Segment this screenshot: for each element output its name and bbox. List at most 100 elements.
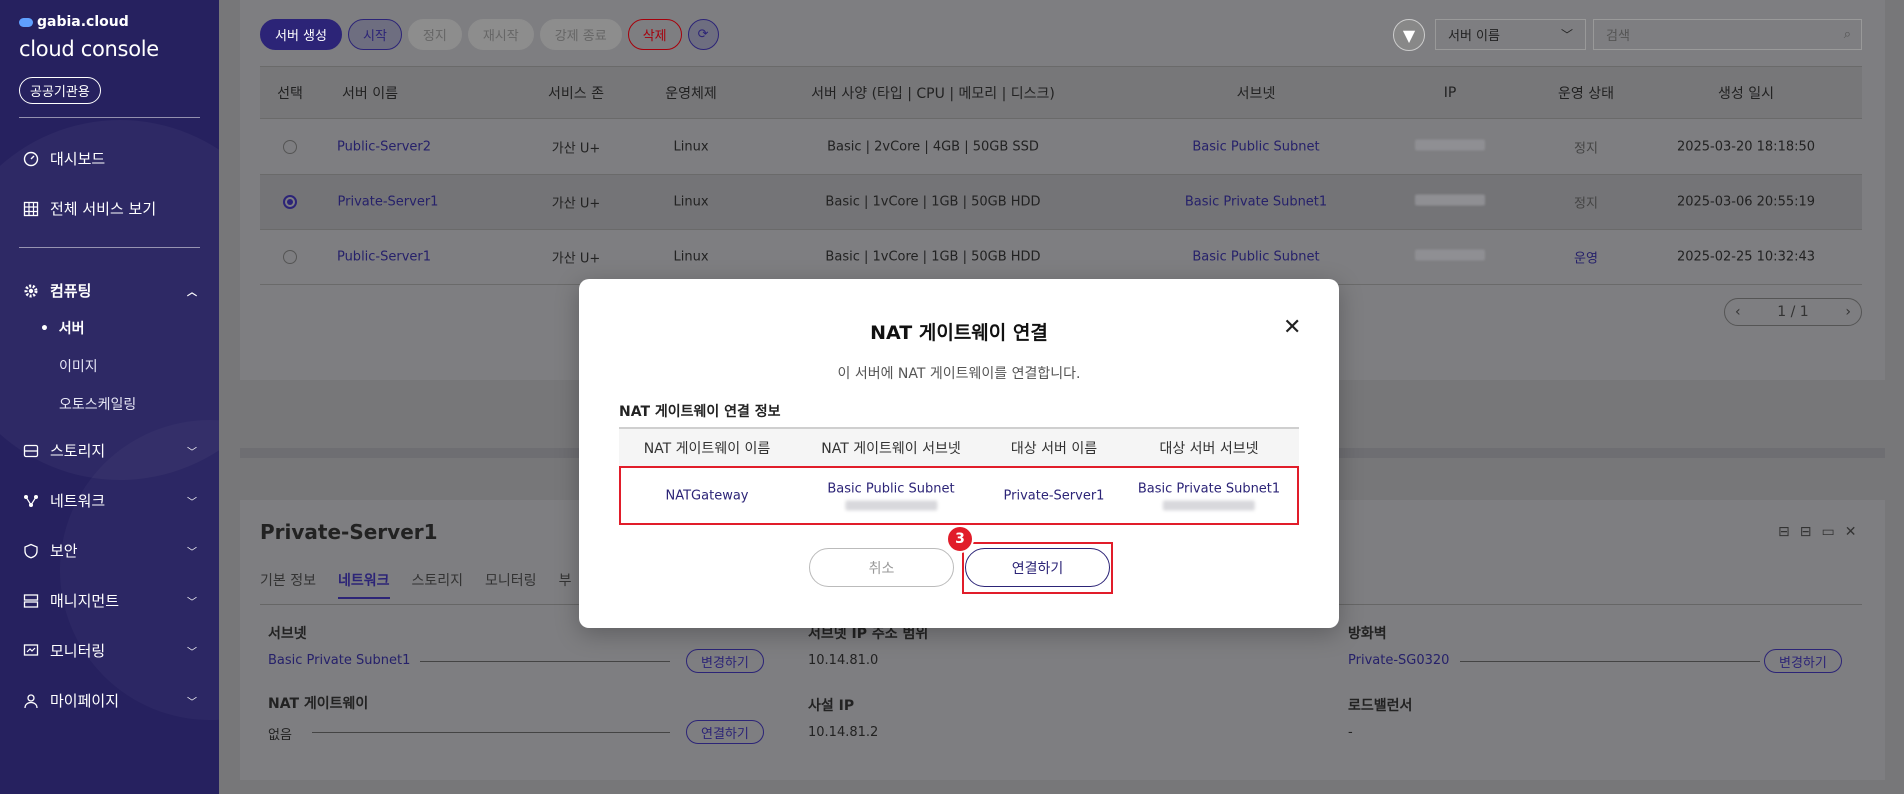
subnet-link[interactable]: Basic Public Subnet <box>1192 140 1319 155</box>
brand-main[interactable]: cloud console <box>19 37 159 61</box>
close-icon[interactable]: ✕ <box>1283 317 1301 339</box>
brand-small: gabia.cloud <box>37 14 129 30</box>
server-name-link[interactable]: Public-Server1 <box>337 250 431 265</box>
restart-button[interactable]: 재시작 <box>467 19 534 50</box>
table-row[interactable]: Public-Server2 가산 U+ Linux Basic | 2vCor… <box>260 120 1862 175</box>
sidebar-item-computing[interactable]: 컴퓨팅 ︿ <box>22 280 197 301</box>
sidebar-divider <box>19 247 200 248</box>
created-cell: 2025-03-06 20:55:19 <box>1676 194 1816 210</box>
column-header[interactable]: 서버 이름 <box>342 83 398 103</box>
sidebar-item-dashboard[interactable]: 대시보드 <box>22 148 197 169</box>
search-input[interactable]: 검색 ⌕ <box>1593 19 1862 50</box>
column-header[interactable]: 운영체제 <box>665 83 717 103</box>
sidebar-divider <box>19 117 200 118</box>
table-header: NAT 게이트웨이 이름 NAT 게이트웨이 서브넷 대상 서버 이름 대상 서… <box>619 427 1299 466</box>
firewall-value[interactable]: Private-SG0320 <box>1348 653 1449 668</box>
filter-icon: ▼ <box>1402 25 1416 45</box>
status-cell: 운영 <box>1574 251 1598 267</box>
sidebar-item-all-services[interactable]: 전체 서비스 보기 <box>22 198 197 219</box>
column-header[interactable]: 서브넷 <box>1237 83 1276 103</box>
column-header[interactable]: 생성 일시 <box>1718 83 1774 103</box>
row-radio[interactable] <box>283 195 297 209</box>
close-icon[interactable]: ✕ <box>1845 524 1857 540</box>
table-row[interactable]: Public-Server1 가산 U+ Linux Basic | 1vCor… <box>260 230 1862 285</box>
column-header[interactable]: 서비스 존 <box>548 83 604 103</box>
subnet-value[interactable]: Basic Private Subnet1 <box>268 653 410 668</box>
row-radio[interactable] <box>283 140 297 154</box>
connect-button[interactable]: 연결하기 <box>965 548 1110 587</box>
gear-icon <box>22 282 40 300</box>
tab-network[interactable]: 네트워크 <box>337 570 390 599</box>
sidebar-item-security[interactable]: 보안 ﹀ <box>22 540 197 561</box>
stop-button[interactable]: 정지 <box>407 19 462 50</box>
server-name-link[interactable]: Private-Server1 <box>338 195 439 210</box>
tab-basic-info[interactable]: 기본 정보 <box>260 570 316 599</box>
search-field-select[interactable]: 서버 이름 ﹀ <box>1435 19 1586 50</box>
os-cell: Linux <box>673 139 709 155</box>
subnet-link[interactable]: Basic Public Subnet <box>1192 250 1319 265</box>
start-button[interactable]: 시작 <box>347 19 402 50</box>
chevron-down-icon: ﹀ <box>187 447 197 458</box>
column-header[interactable]: IP <box>1444 85 1457 101</box>
sidebar-subitem-server[interactable]: • 서버 <box>40 318 84 338</box>
sidebar-item-storage[interactable]: 스토리지 ﹀ <box>22 440 197 461</box>
spec-cell: Basic | 2vCore | 4GB | 50GB SSD <box>827 139 1039 155</box>
subnet-link[interactable]: Basic Private Subnet1 <box>1185 195 1327 210</box>
sidebar-item-label: 대시보드 <box>50 150 106 168</box>
chevron-down-icon: ﹀ <box>187 597 197 608</box>
nat-gateway-value: 없음 <box>268 728 292 743</box>
sidebar-item-management[interactable]: 매니지먼트 ﹀ <box>22 590 197 611</box>
public-institution-button[interactable]: 공공기관용 <box>19 77 101 104</box>
tab-storage[interactable]: 스토리지 <box>412 570 464 599</box>
sidebar-subitem-image[interactable]: 이미지 <box>59 356 98 376</box>
refresh-button[interactable]: ⟳ <box>687 19 719 50</box>
change-subnet-button[interactable]: 변경하기 <box>686 649 764 673</box>
connect-nat-button[interactable]: 연결하기 <box>686 720 764 744</box>
prev-page-button[interactable]: ‹ <box>1725 304 1751 320</box>
minimize-icon[interactable]: ▭ <box>1821 524 1834 540</box>
force-stop-button[interactable]: 강제 종료 <box>539 19 622 50</box>
spec-cell: Basic | 1vCore | 1GB | 50GB HDD <box>825 249 1041 265</box>
table-row: NATGateway Basic Public Subnet Private-S… <box>619 466 1299 525</box>
refresh-icon: ⟳ <box>697 27 709 42</box>
sidebar-item-label: 모니터링 <box>50 642 106 660</box>
nat-connect-dialog: NAT 게이트웨이 연결 ✕ 이 서버에 NAT 게이트웨이를 연결합니다. N… <box>579 279 1339 628</box>
cloud-logo-icon <box>19 17 33 27</box>
nat-info-table: NAT 게이트웨이 이름 NAT 게이트웨이 서브넷 대상 서버 이름 대상 서… <box>619 427 1299 525</box>
sidebar-item-network[interactable]: 네트워크 ﹀ <box>22 490 197 511</box>
tab-monitoring[interactable]: 모니터링 <box>485 570 537 599</box>
filter-button[interactable]: ▼ <box>1393 19 1425 51</box>
ip-cell-redacted <box>1415 139 1485 155</box>
zone-cell: 가산 U+ <box>551 141 601 157</box>
status-cell: 정지 <box>1574 196 1598 212</box>
column-header[interactable]: 운영 상태 <box>1558 83 1614 103</box>
chevron-down-icon: ﹀ <box>187 647 197 658</box>
next-page-button[interactable]: › <box>1835 304 1861 320</box>
storage-icon <box>22 442 40 460</box>
zone-cell: 가산 U+ <box>551 196 601 212</box>
page-indicator: 1 / 1 <box>1777 304 1809 320</box>
detail-title: Private-Server1 <box>260 520 438 544</box>
sidebar-subitem-autoscaling[interactable]: 오토스케일링 <box>59 394 136 414</box>
private-ip-value: 10.14.81.2 <box>808 725 879 740</box>
sidebar-item-monitoring[interactable]: 모니터링 ﹀ <box>22 640 197 661</box>
sidebar-item-label: 매니지먼트 <box>50 592 120 610</box>
row-radio[interactable] <box>283 250 297 264</box>
sidebar-item-mypage[interactable]: 마이페이지 ﹀ <box>22 690 197 711</box>
server-name-link[interactable]: Public-Server2 <box>337 140 431 155</box>
split-horizontal-icon[interactable]: ⊟ <box>1778 524 1790 540</box>
sidebar-item-label: 마이페이지 <box>50 692 120 710</box>
brand-logo[interactable]: gabia.cloud <box>19 14 129 30</box>
change-firewall-button[interactable]: 변경하기 <box>1764 649 1842 673</box>
dialog-section-title: NAT 게이트웨이 연결 정보 <box>619 404 781 420</box>
delete-button[interactable]: 삭제 <box>627 19 682 50</box>
create-server-button[interactable]: 서버 생성 <box>260 19 342 50</box>
table-row[interactable]: Private-Server1 가산 U+ Linux Basic | 1vCo… <box>260 175 1862 230</box>
os-cell: Linux <box>673 249 709 265</box>
split-top-icon[interactable]: ⊟ <box>1800 524 1812 540</box>
sidebar-item-label: 스토리지 <box>50 442 106 460</box>
column-header[interactable]: 서버 사양 (타입 | CPU | 메모리 | 디스크) <box>811 83 1055 103</box>
cancel-button[interactable]: 취소 <box>809 548 954 587</box>
redacted-cidr <box>1162 500 1255 510</box>
tab-more[interactable]: 부 <box>559 570 572 599</box>
